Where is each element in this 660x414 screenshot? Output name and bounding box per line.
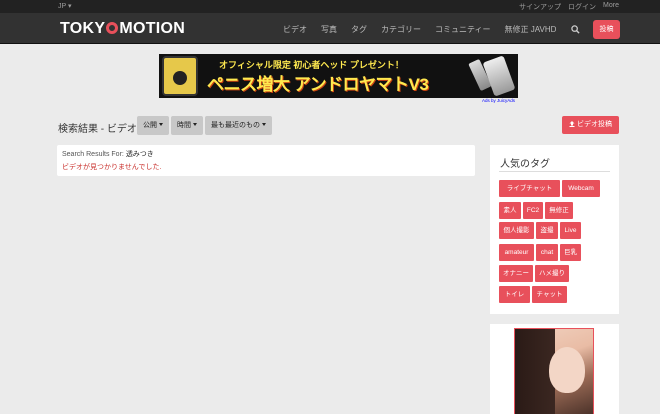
account-links: サインアップ ログイン More — [519, 2, 619, 12]
no-results-message: ビデオが見つかりませんでした. — [62, 164, 162, 171]
divider — [499, 171, 610, 172]
main-navbar: TOKY MOTION ビデオ 写真 タグ カテゴリー コミュニティー 無修正 J… — [0, 13, 660, 44]
ads-by-label[interactable]: Ads by JuicyAds — [482, 98, 515, 103]
caret-down-icon — [262, 123, 266, 126]
logo-right: MOTION — [119, 20, 186, 37]
product-image — [482, 55, 516, 97]
banner-line2: ペニス増大 アンドロヤマトV3 — [207, 75, 429, 94]
tag-link[interactable]: 無修正 — [545, 202, 573, 219]
tag-link[interactable]: amateur — [499, 244, 534, 261]
site-logo[interactable]: TOKY MOTION — [60, 20, 185, 38]
tag-link[interactable]: トイレ — [499, 286, 530, 303]
main-nav: ビデオ 写真 タグ カテゴリー コミュニティー 無修正 JAVHD — [283, 24, 570, 35]
results-panel: Search Results For: 透みつき ビデオが見つかりませんでした. — [57, 145, 475, 176]
shield-badge-icon — [162, 56, 198, 96]
language-selector[interactable]: JP ▾ — [58, 2, 72, 10]
thumbnail-face — [549, 347, 585, 393]
nav-javhd[interactable]: 無修正 JAVHD — [505, 24, 557, 35]
search-results-label: Search Results For: 透みつき — [62, 149, 154, 159]
filter-duration-label: 時間 — [177, 122, 191, 129]
popular-tags-title: 人気のタグ — [500, 159, 550, 170]
logo-ring-icon — [106, 22, 119, 34]
nav-videos[interactable]: ビデオ — [283, 24, 307, 35]
tag-link[interactable]: ライブチャット — [499, 180, 560, 197]
filter-visibility[interactable]: 公開 — [137, 116, 169, 135]
tag-link[interactable]: ハメ撮り — [535, 265, 569, 282]
search-query: 透みつき — [125, 151, 154, 158]
tag-link[interactable]: 個人撮影 — [499, 222, 534, 239]
tag-link[interactable]: 盗撮 — [536, 222, 558, 239]
search-icon[interactable] — [571, 25, 580, 34]
nav-photos[interactable]: 写真 — [321, 24, 337, 35]
video-upload-button[interactable]: ビデオ投稿 — [562, 116, 619, 134]
tag-link[interactable]: 素人 — [499, 202, 521, 219]
caret-down-icon — [193, 123, 197, 126]
upload-icon — [569, 120, 575, 127]
tag-link[interactable]: Webcam — [562, 180, 600, 197]
page-title: 検索結果 - ビデオ — [58, 124, 137, 135]
caret-down-icon — [159, 123, 163, 126]
tag-link[interactable]: Live — [560, 222, 581, 239]
more-link[interactable]: More — [603, 2, 619, 12]
video-upload-label: ビデオ投稿 — [576, 121, 612, 128]
top-utility-bar: JP ▾ サインアップ ログイン More — [0, 0, 660, 13]
results-prefix: Search Results For: — [62, 151, 124, 158]
tag-link[interactable]: chat — [536, 244, 558, 261]
popular-tags-panel: 人気のタグ ライブチャット Webcam 素人 FC2 無修正 個人撮影 盗撮 … — [490, 145, 619, 314]
signup-link[interactable]: サインアップ — [519, 2, 561, 12]
tag-link[interactable]: 巨乳 — [560, 244, 581, 261]
nav-upload-button[interactable]: 投稿 — [593, 20, 620, 39]
banner-ad[interactable]: オフィシャル限定 初心者ヘッド プレゼント！ ペニス増大 アンドロヤマトV3 — [159, 54, 518, 98]
nav-categories[interactable]: カテゴリー — [381, 24, 421, 35]
nav-tags[interactable]: タグ — [351, 24, 367, 35]
tag-link[interactable]: オナニー — [499, 265, 533, 282]
nav-community[interactable]: コミュニティー — [435, 24, 491, 35]
filter-duration[interactable]: 時間 — [171, 116, 203, 135]
filter-sort[interactable]: 最も最近のもの — [205, 116, 272, 135]
filter-sort-label: 最も最近のもの — [211, 122, 260, 129]
sidebar-ad-panel — [490, 324, 619, 414]
logo-left: TOKY — [60, 20, 106, 37]
login-link[interactable]: ログイン — [568, 2, 596, 12]
tag-link[interactable]: チャット — [532, 286, 567, 303]
filter-visibility-label: 公開 — [143, 122, 157, 129]
tag-link[interactable]: FC2 — [523, 202, 543, 219]
ad-thumbnail[interactable] — [514, 328, 594, 414]
